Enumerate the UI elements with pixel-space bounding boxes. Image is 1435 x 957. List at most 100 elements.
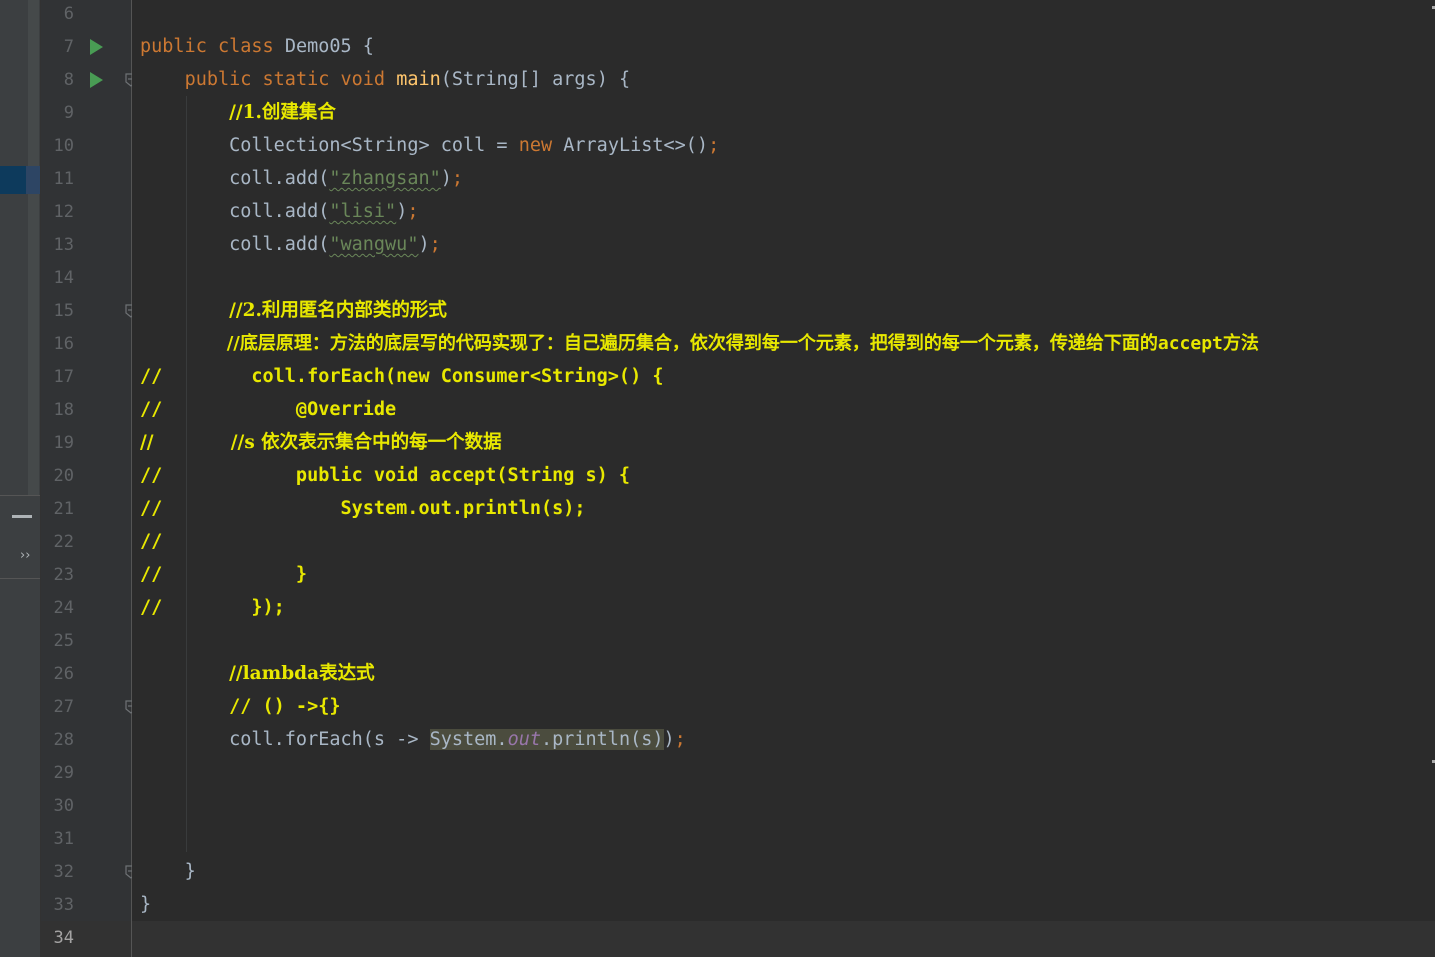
gutter-line[interactable]: 11	[41, 163, 131, 196]
double-chevron-right-icon[interactable]: ››	[20, 548, 38, 568]
code-line-15[interactable]: //2.利用匿名内部类的形式	[140, 294, 447, 327]
semicolon: ;	[708, 135, 720, 156]
code-line-16[interactable]: //底层原理：方法的底层写的代码实现了：自己遍历集合，依次得到每一个元素，把得到…	[140, 327, 1259, 360]
code-line-8[interactable]: public static void main(String[] args) {	[140, 63, 631, 96]
gutter-line[interactable]: 30	[41, 790, 131, 823]
gutter-line[interactable]: 7	[41, 31, 131, 64]
code-text: System.	[429, 729, 508, 750]
run-icon[interactable]	[90, 72, 103, 88]
code-text: coll.add(	[229, 201, 330, 222]
line-number: 9	[63, 103, 74, 123]
line-number: 6	[63, 4, 74, 24]
code-line-9[interactable]: //1.创建集合	[140, 96, 336, 129]
current-position-marker	[0, 166, 40, 194]
code-line-24[interactable]: // });	[140, 591, 285, 624]
line-number: 15	[53, 301, 74, 321]
gutter-line[interactable]: 13	[41, 229, 131, 262]
gutter-line[interactable]: 18	[41, 394, 131, 427]
scrollbar-track[interactable]	[28, 0, 39, 495]
comment-text: // //s 依次表示集合中的每一个数据	[140, 432, 502, 453]
gutter-line[interactable]: 23	[41, 559, 131, 592]
code-line-33[interactable]: }	[140, 888, 151, 921]
gutter-line[interactable]: 10	[41, 130, 131, 163]
gutter-line[interactable]: 14	[41, 262, 131, 295]
code-line-20[interactable]: // public void accept(String s) {	[140, 459, 630, 492]
gutter-line[interactable]: 21	[41, 493, 131, 526]
code-line-12[interactable]: coll.add("lisi");	[140, 195, 418, 228]
gutter-line[interactable]: 8	[41, 64, 137, 97]
comment-text: // coll.forEach(new Consumer<String>() {	[140, 366, 664, 387]
comment-text: // }	[140, 564, 308, 585]
line-number: 30	[53, 796, 74, 816]
gutter-line[interactable]: 33	[41, 889, 131, 922]
gutter-line[interactable]: 32	[41, 856, 137, 889]
line-number: 27	[53, 697, 74, 717]
gutter-line[interactable]: 29	[41, 757, 131, 790]
method-name: main	[396, 69, 441, 90]
gutter-line[interactable]: 27	[41, 691, 137, 724]
line-number-gutter: 6 7 8 9 10 11 12 13 14 15 16 17 18 19 20 21 22 23 24 25 26 27…	[41, 0, 137, 957]
line-number: 17	[53, 367, 74, 387]
comment-text: //lambda表达式	[229, 663, 375, 684]
gutter-line[interactable]: 15	[41, 295, 137, 328]
code-line-17[interactable]: // coll.forEach(new Consumer<String>() {	[140, 360, 663, 393]
comment-text: accept	[1157, 333, 1223, 354]
code-line-19[interactable]: // //s 依次表示集合中的每一个数据	[140, 426, 502, 459]
gutter-line[interactable]: 24	[41, 592, 131, 625]
keyword-new: new	[518, 135, 553, 156]
code-text: coll.add(	[229, 234, 330, 255]
static-field: out	[507, 729, 541, 750]
gutter-line[interactable]: 34	[41, 922, 131, 955]
divider	[0, 495, 40, 496]
gutter-line[interactable]: 31	[41, 823, 131, 856]
gutter-line[interactable]: 12	[41, 196, 131, 229]
gutter-line[interactable]: 20	[41, 460, 131, 493]
line-number: 34	[53, 928, 74, 948]
gutter-line[interactable]: 17	[41, 361, 131, 394]
code-line-23[interactable]: // }	[140, 558, 307, 591]
code-line-22[interactable]: //	[140, 525, 162, 558]
highlighted-expression: System.out.println(s)	[429, 729, 664, 750]
string-literal: "zhangsan"	[329, 168, 441, 189]
gutter-line[interactable]: 6	[41, 0, 131, 31]
code-line-21[interactable]: // System.out.println(s);	[140, 492, 586, 525]
semicolon: ;	[407, 201, 419, 222]
code-text: coll.forEach(s ->	[229, 729, 430, 750]
line-number: 29	[53, 763, 74, 783]
line-number: 33	[53, 895, 74, 915]
closing-brace: }	[184, 861, 196, 882]
gutter-line[interactable]: 26	[41, 658, 131, 691]
string-literal: "wangwu"	[329, 234, 419, 255]
code-line-26[interactable]: //lambda表达式	[140, 657, 375, 690]
line-number: 14	[53, 268, 74, 288]
code-line-27[interactable]: // () ->{}	[140, 690, 340, 723]
code-line-7[interactable]: public class Demo05 {	[140, 30, 374, 63]
line-number: 25	[53, 631, 74, 651]
gutter-line[interactable]: 9	[41, 97, 131, 130]
gutter-line[interactable]: 22	[41, 526, 131, 559]
code-line-13[interactable]: coll.add("wangwu");	[140, 228, 441, 261]
line-number: 7	[63, 37, 74, 57]
line-number: 20	[53, 466, 74, 486]
code-line-32[interactable]: }	[140, 855, 196, 888]
gutter-line[interactable]: 25	[41, 625, 131, 658]
run-icon[interactable]	[90, 39, 103, 55]
divider	[0, 578, 40, 579]
line-number: 22	[53, 532, 74, 552]
code-line-18[interactable]: // @Override	[140, 393, 396, 426]
code-line-10[interactable]: Collection<String> coll = new ArrayList<…	[140, 129, 719, 162]
line-number: 23	[53, 565, 74, 585]
minus-icon[interactable]	[12, 508, 32, 524]
keyword-public: public	[140, 36, 207, 57]
comment-text: // });	[140, 597, 285, 618]
gutter-line[interactable]: 28	[41, 724, 131, 757]
semicolon: ;	[429, 234, 441, 255]
gutter-line[interactable]: 16	[41, 328, 131, 361]
line-number: 19	[53, 433, 74, 453]
code-text: Collection<String> coll =	[229, 135, 519, 156]
code-text: )	[663, 729, 675, 750]
code-line-28[interactable]: coll.forEach(s -> System.out.println(s))…	[140, 723, 686, 756]
code-line-11[interactable]: coll.add("zhangsan");	[140, 162, 463, 195]
code-text: .println(s)	[540, 729, 664, 750]
gutter-line[interactable]: 19	[41, 427, 131, 460]
